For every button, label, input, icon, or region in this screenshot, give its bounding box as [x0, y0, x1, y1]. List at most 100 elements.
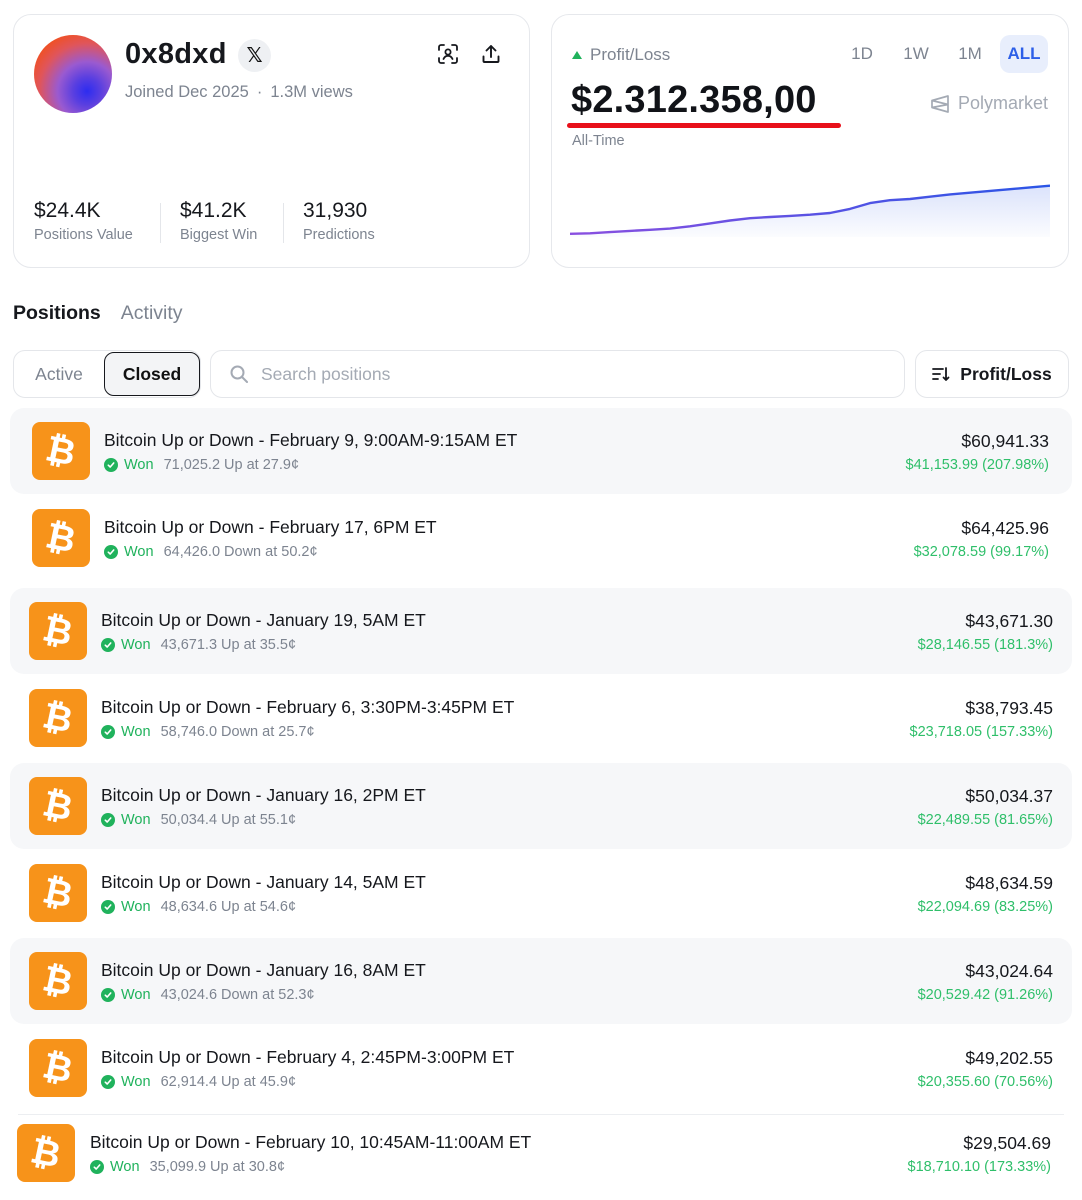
- position-row[interactable]: ₿ Bitcoin Up or Down - January 14, 5AM ET…: [0, 850, 1082, 936]
- position-detail: 35,099.9 Up at 30.8¢: [149, 1159, 286, 1175]
- position-status: Won 35,099.9 Up at 30.8¢: [90, 1159, 285, 1175]
- tab-positions[interactable]: Positions: [13, 302, 101, 325]
- range-1m[interactable]: 1M: [946, 35, 994, 73]
- sort-button[interactable]: Profit/Loss: [915, 350, 1069, 398]
- position-row[interactable]: ₿ Bitcoin Up or Down - January 19, 5AM ET…: [0, 588, 1082, 674]
- position-status: Won 50,034.4 Up at 55.1¢: [101, 812, 296, 828]
- bitcoin-icon: ₿: [29, 777, 87, 835]
- username: 0x8dxd: [125, 38, 227, 70]
- pnl-value: $2.312.358,00: [571, 79, 817, 121]
- stat-divider: [283, 203, 284, 243]
- red-underline-annotation: [567, 123, 841, 128]
- position-title[interactable]: Bitcoin Up or Down - February 10, 10:45A…: [90, 1132, 531, 1153]
- pnl-chart: [570, 184, 1050, 237]
- polymarket-brand: Polymarket: [930, 93, 1048, 114]
- position-value: $43,671.30: [965, 611, 1053, 631]
- range-1d[interactable]: 1D: [838, 35, 886, 73]
- filter-closed[interactable]: Closed: [104, 352, 200, 396]
- stat-label: Positions Value: [34, 227, 133, 243]
- status-won: Won: [110, 1159, 140, 1175]
- bitcoin-icon: ₿: [29, 952, 87, 1010]
- status-won: Won: [121, 724, 151, 740]
- stat-label: Predictions: [303, 227, 375, 243]
- sort-icon: [932, 367, 950, 381]
- profile-tabs: Positions Activity: [13, 302, 183, 325]
- position-detail: 62,914.4 Up at 45.9¢: [160, 1074, 297, 1090]
- position-row[interactable]: ₿ Bitcoin Up or Down - February 9, 9:00AM…: [0, 408, 1082, 494]
- position-row[interactable]: ₿ Bitcoin Up or Down - January 16, 2PM ET…: [0, 763, 1082, 849]
- position-title[interactable]: Bitcoin Up or Down - January 16, 8AM ET: [101, 960, 426, 981]
- status-segmented-control: Active Closed: [13, 350, 201, 398]
- status-won: Won: [121, 1074, 151, 1090]
- bitcoin-icon: ₿: [17, 1124, 75, 1182]
- profile-meta: Joined Dec 2025 · 1.3M views: [125, 83, 353, 102]
- triangle-up-icon: [572, 51, 582, 59]
- position-status: Won 62,914.4 Up at 45.9¢: [101, 1074, 296, 1090]
- position-title[interactable]: Bitcoin Up or Down - February 4, 2:45PM-…: [101, 1047, 514, 1068]
- position-detail: 43,671.3 Up at 35.5¢: [160, 637, 297, 653]
- position-title[interactable]: Bitcoin Up or Down - February 6, 3:30PM-…: [101, 697, 514, 718]
- position-value: $48,634.59: [965, 873, 1053, 893]
- bitcoin-icon: ₿: [32, 422, 90, 480]
- profile-card: 0x8dxd 𝕏 Joined Dec 2025 · 1.3M views $24.…: [13, 14, 530, 268]
- position-row[interactable]: ₿ Bitcoin Up or Down - February 17, 6PM E…: [0, 495, 1082, 581]
- position-profit: $22,094.69 (83.25%): [917, 899, 1053, 915]
- check-circle-icon: [104, 458, 118, 472]
- position-detail: 64,426.0 Down at 50.2¢: [163, 544, 318, 560]
- position-profit: $32,078.59 (99.17%): [913, 544, 1049, 560]
- status-won: Won: [121, 987, 151, 1003]
- polymarket-logo-icon: [931, 94, 949, 113]
- row-background: [10, 408, 1072, 494]
- position-title[interactable]: Bitcoin Up or Down - February 17, 6PM ET: [104, 517, 437, 538]
- sort-label: Profit/Loss: [960, 363, 1052, 384]
- scan-icon[interactable]: [435, 41, 461, 67]
- x-logo-icon[interactable]: 𝕏: [238, 39, 271, 72]
- position-profit: $28,146.55 (181.3%): [917, 637, 1053, 653]
- position-detail: 71,025.2 Up at 27.9¢: [163, 457, 300, 473]
- position-title[interactable]: Bitcoin Up or Down - January 19, 5AM ET: [101, 610, 426, 631]
- avatar[interactable]: [34, 35, 112, 113]
- range-1w[interactable]: 1W: [892, 35, 940, 73]
- stat-divider: [160, 203, 161, 243]
- position-status: Won 43,671.3 Up at 35.5¢: [101, 637, 296, 653]
- row-background: [10, 588, 1072, 674]
- stat-positions-value: $24.4K Positions Value: [34, 199, 133, 243]
- bitcoin-icon: ₿: [29, 1039, 87, 1097]
- check-circle-icon: [101, 988, 115, 1002]
- position-row[interactable]: ₿ Bitcoin Up or Down - February 4, 2:45PM…: [0, 1025, 1082, 1111]
- row-background: [10, 763, 1072, 849]
- check-circle-icon: [101, 725, 115, 739]
- position-title[interactable]: Bitcoin Up or Down - January 16, 2PM ET: [101, 785, 426, 806]
- range-all[interactable]: ALL: [1000, 35, 1048, 73]
- tab-activity[interactable]: Activity: [121, 302, 183, 325]
- share-icon[interactable]: [478, 41, 504, 67]
- status-won: Won: [121, 637, 151, 653]
- filter-active[interactable]: Active: [14, 351, 104, 397]
- position-profit: $41,153.99 (207.98%): [905, 457, 1050, 473]
- position-profit: $20,529.42 (91.26%): [917, 987, 1053, 1003]
- view-count: 1.3M views: [270, 83, 353, 101]
- pnl-label: Profit/Loss: [572, 45, 670, 65]
- stat-value: $41.2K: [180, 199, 247, 222]
- position-profit: $23,718.05 (157.33%): [909, 724, 1054, 740]
- check-circle-icon: [101, 1075, 115, 1089]
- status-won: Won: [121, 899, 151, 915]
- bitcoin-icon: ₿: [29, 602, 87, 660]
- position-title[interactable]: Bitcoin Up or Down - January 14, 5AM ET: [101, 872, 426, 893]
- profit-loss-card: Profit/Loss 1D 1W 1M ALL $2.312.358,00 A…: [551, 14, 1069, 268]
- position-profit: $22,489.55 (81.65%): [917, 812, 1053, 828]
- status-won: Won: [124, 544, 154, 560]
- position-row[interactable]: ₿ Bitcoin Up or Down - February 6, 3:30PM…: [0, 675, 1082, 761]
- position-row[interactable]: ₿ Bitcoin Up or Down - February 10, 10:45…: [0, 1110, 1082, 1196]
- check-circle-icon: [101, 813, 115, 827]
- status-won: Won: [124, 457, 154, 473]
- position-value: $64,425.96: [961, 518, 1049, 538]
- search-input[interactable]: [261, 363, 861, 385]
- position-row[interactable]: ₿ Bitcoin Up or Down - January 16, 8AM ET…: [0, 938, 1082, 1024]
- position-title[interactable]: Bitcoin Up or Down - February 9, 9:00AM-…: [104, 430, 517, 451]
- status-won: Won: [121, 812, 151, 828]
- search-box: [210, 350, 905, 398]
- stat-value: 31,930: [303, 199, 368, 222]
- position-value: $43,024.64: [965, 961, 1053, 981]
- position-profit: $18,710.10 (173.33%): [907, 1159, 1052, 1175]
